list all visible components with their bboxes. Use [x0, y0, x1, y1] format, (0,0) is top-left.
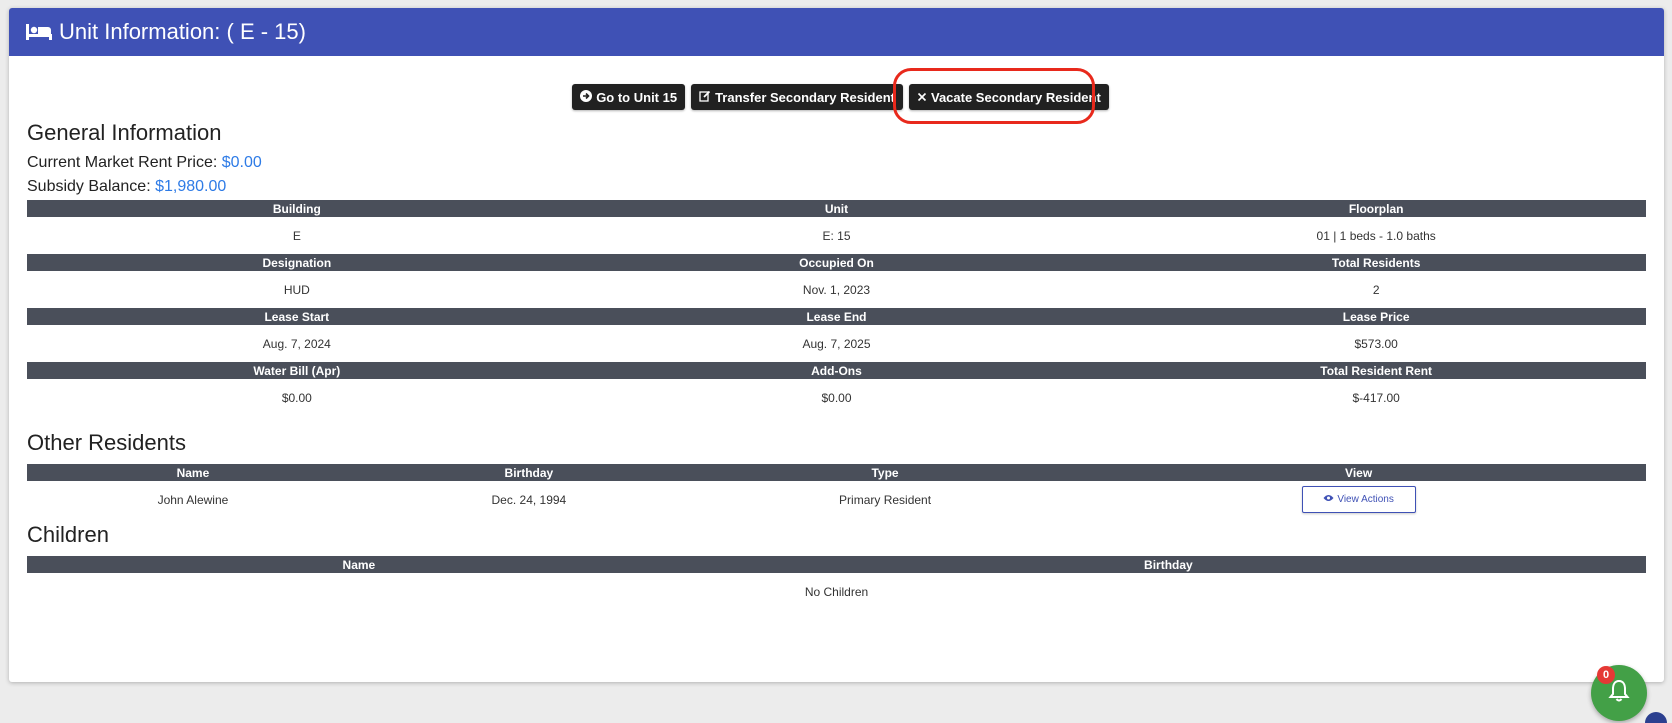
column-header: Floorplan: [1106, 200, 1646, 217]
column-header: Unit: [566, 200, 1107, 217]
close-icon: [917, 90, 927, 105]
other-residents-table: Name Birthday Type View John Alewine Dec…: [27, 464, 1646, 518]
table-row: E E: 15 01 | 1 beds - 1.0 baths: [27, 217, 1646, 254]
resident-name: John Alewine: [157, 492, 229, 507]
general-info-table: Building Unit Floorplan E E: 15 01 | 1 b…: [27, 200, 1646, 416]
children-table: Name Birthday No Children: [27, 556, 1646, 610]
table-row: $0.00 $0.00 $-417.00: [27, 379, 1646, 416]
column-header: Designation: [27, 254, 567, 271]
table-row: John Alewine Dec. 24, 1994 Primary Resid…: [27, 481, 1646, 518]
go-to-unit-label: Go to Unit 15: [596, 89, 678, 105]
table-row: No Children: [27, 573, 1646, 610]
column-header: Water Bill (Apr): [27, 362, 567, 379]
empty-state: No Children: [804, 584, 869, 599]
column-header: Name: [27, 464, 359, 481]
transfer-secondary-resident-button[interactable]: Transfer Secondary Resident: [691, 84, 903, 110]
bed-icon: [25, 21, 53, 43]
table-header-row: Name Birthday: [27, 556, 1646, 573]
eye-icon: [1323, 494, 1334, 505]
table-header-row: Name Birthday Type View: [27, 464, 1646, 481]
page-title: Unit Information: ( E - 15): [59, 19, 306, 44]
column-header: Name: [27, 556, 691, 573]
vacate-label: Vacate Secondary Resident: [930, 89, 1101, 105]
subsidy-balance-line: Subsidy Balance: $1,980.00: [27, 178, 1646, 196]
table-cell: E: 15: [822, 228, 851, 243]
column-header: Lease Start: [27, 308, 567, 325]
vacate-secondary-resident-button[interactable]: Vacate Secondary Resident: [908, 84, 1109, 110]
table-cell: $573.00: [1354, 336, 1398, 351]
table-cell: $-417.00: [1352, 390, 1400, 405]
table-header-row: Water Bill (Apr) Add-Ons Total Resident …: [27, 362, 1646, 379]
table-row: Aug. 7, 2024 Aug. 7, 2025 $573.00: [27, 325, 1646, 362]
main-content: General Information Current Market Rent …: [27, 120, 1646, 610]
table-cell: Aug. 7, 2024: [262, 336, 331, 351]
table-cell: 01 | 1 beds - 1.0 baths: [1316, 228, 1436, 243]
general-information-heading: General Information: [27, 120, 222, 145]
edit-icon: [699, 90, 711, 105]
other-residents-heading: Other Residents: [27, 430, 186, 455]
chat-launcher[interactable]: [1645, 712, 1667, 723]
table-header-row: Building Unit Floorplan: [27, 200, 1646, 217]
go-to-unit-button[interactable]: Go to Unit 15: [572, 84, 686, 110]
table-cell: Nov. 1, 2023: [802, 282, 871, 297]
column-header: Birthday: [358, 464, 699, 481]
market-rent-label: Current Market Rent Price:: [27, 154, 218, 171]
table-row: HUD Nov. 1, 2023 2: [27, 271, 1646, 308]
table-header-row: Designation Occupied On Total Residents: [27, 254, 1646, 271]
column-header: Add-Ons: [566, 362, 1107, 379]
view-actions-button[interactable]: View Actions: [1301, 486, 1416, 513]
table-cell: Aug. 7, 2025: [802, 336, 871, 351]
column-header: Total Residents: [1106, 254, 1646, 271]
column-header: Type: [698, 464, 1072, 481]
market-rent-line: Current Market Rent Price: $0.00: [27, 154, 1646, 172]
column-header: Lease End: [566, 308, 1107, 325]
notification-count-badge: 0: [1597, 666, 1615, 684]
column-header: Building: [27, 200, 567, 217]
bell-icon: [1608, 679, 1630, 708]
resident-type: Primary Resident: [839, 492, 932, 507]
action-bar: Go to Unit 15 Transfer Secondary Residen…: [9, 84, 1664, 110]
card-header: Unit Information: ( E - 15): [9, 8, 1664, 56]
column-header: Lease Price: [1106, 308, 1646, 325]
column-header: Birthday: [690, 556, 1646, 573]
table-cell: $0.00: [281, 390, 312, 405]
table-cell: View Actions: [1071, 481, 1646, 518]
table-cell: $0.00: [821, 390, 852, 405]
arrow-circle-right-icon: [580, 89, 593, 105]
market-rent-value: $0.00: [221, 154, 262, 171]
unit-info-card: Unit Information: ( E - 15) Go to Unit 1…: [9, 8, 1664, 682]
table-cell: E: [292, 228, 301, 243]
view-actions-label: View Actions: [1337, 494, 1394, 505]
column-header: View: [1071, 464, 1646, 481]
column-header: Occupied On: [566, 254, 1107, 271]
transfer-label: Transfer Secondary Resident: [715, 89, 895, 105]
subsidy-balance-value: $1,980.00: [155, 178, 227, 195]
column-header: Total Resident Rent: [1106, 362, 1646, 379]
children-heading: Children: [27, 522, 109, 547]
table-header-row: Lease Start Lease End Lease Price: [27, 308, 1646, 325]
table-cell: 2: [1372, 282, 1380, 297]
table-cell: HUD: [283, 282, 310, 297]
subsidy-balance-label: Subsidy Balance:: [27, 178, 151, 195]
resident-birthday: Dec. 24, 1994: [491, 492, 567, 507]
